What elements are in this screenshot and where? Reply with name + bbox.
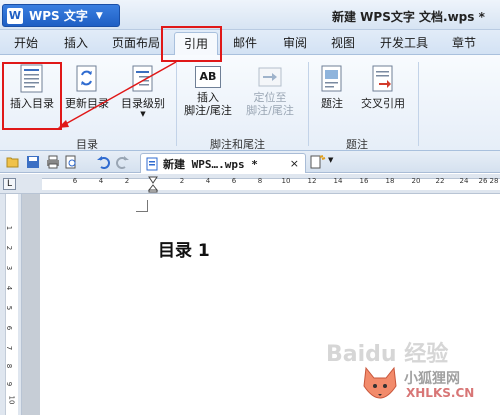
save-icon[interactable]: [26, 155, 40, 169]
ruler-number: 20: [411, 177, 421, 185]
redo-icon[interactable]: [116, 155, 130, 169]
ruler-number: 6: [231, 177, 237, 185]
ruler-number: 10: [281, 177, 291, 185]
ruler-number: 2: [5, 245, 14, 251]
close-icon[interactable]: ×: [290, 157, 299, 170]
fox-site-name: 小狐狸网: [404, 371, 460, 387]
ruler-number: 6: [72, 177, 78, 185]
wps-document-icon: [146, 157, 158, 170]
ruler-number: 1: [5, 225, 14, 231]
ruler-number: 14: [333, 177, 343, 185]
ruler-number: 9: [5, 381, 14, 387]
page-margin-area: [22, 194, 40, 415]
horizontal-ruler: 6 4 2 2 4 6 8 10 12 14 16 18 20 22 24 26…: [0, 174, 500, 194]
document-tab-bar: 新建 WPS….wps * × ▼: [0, 151, 500, 173]
ruler-number: 5: [5, 305, 14, 311]
ruler-number: 26: [478, 177, 488, 185]
undo-icon[interactable]: [96, 155, 110, 169]
ruler-number: 6: [5, 325, 14, 331]
ruler-number: 12: [307, 177, 317, 185]
ruler-number: 24: [459, 177, 469, 185]
document-tab-name: 新建 WPS….wps *: [163, 157, 258, 171]
tab-stop-selector[interactable]: L: [3, 178, 16, 190]
ruler-number: 8: [257, 177, 263, 185]
ruler-track: [42, 178, 500, 190]
fox-site-url: XHLKS.CN: [406, 386, 475, 400]
ruler-number: 4: [5, 285, 14, 291]
margin-corner-mark: [136, 200, 148, 212]
toc-heading: 目录 1: [158, 241, 210, 261]
ruler-number: 10: [7, 395, 16, 405]
ruler-number: 2: [179, 177, 185, 185]
fox-logo-icon: [363, 366, 397, 399]
vertical-ruler: 1 2 3 4 5 6 7 8 9 10: [0, 194, 22, 415]
ruler-number: 8: [5, 363, 14, 369]
ruler-number: 7: [5, 345, 14, 351]
document-tab[interactable]: 新建 WPS….wps * ×: [140, 153, 306, 173]
new-document-icon[interactable]: [310, 155, 328, 169]
ruler-number: 2: [124, 177, 130, 185]
indent-marker-icon[interactable]: [148, 176, 158, 193]
ruler-number: 4: [205, 177, 211, 185]
chevron-down-icon[interactable]: ▼: [328, 156, 333, 164]
ruler-number: 22: [435, 177, 445, 185]
ruler-number: 18: [385, 177, 395, 185]
print-icon[interactable]: [46, 155, 60, 169]
ruler-number: 4: [98, 177, 104, 185]
print-preview-icon[interactable]: [64, 155, 78, 169]
ruler-number: 28: [489, 177, 499, 185]
open-folder-icon[interactable]: [6, 155, 20, 169]
ruler-number: 16: [359, 177, 369, 185]
ruler-number: 3: [5, 265, 14, 271]
